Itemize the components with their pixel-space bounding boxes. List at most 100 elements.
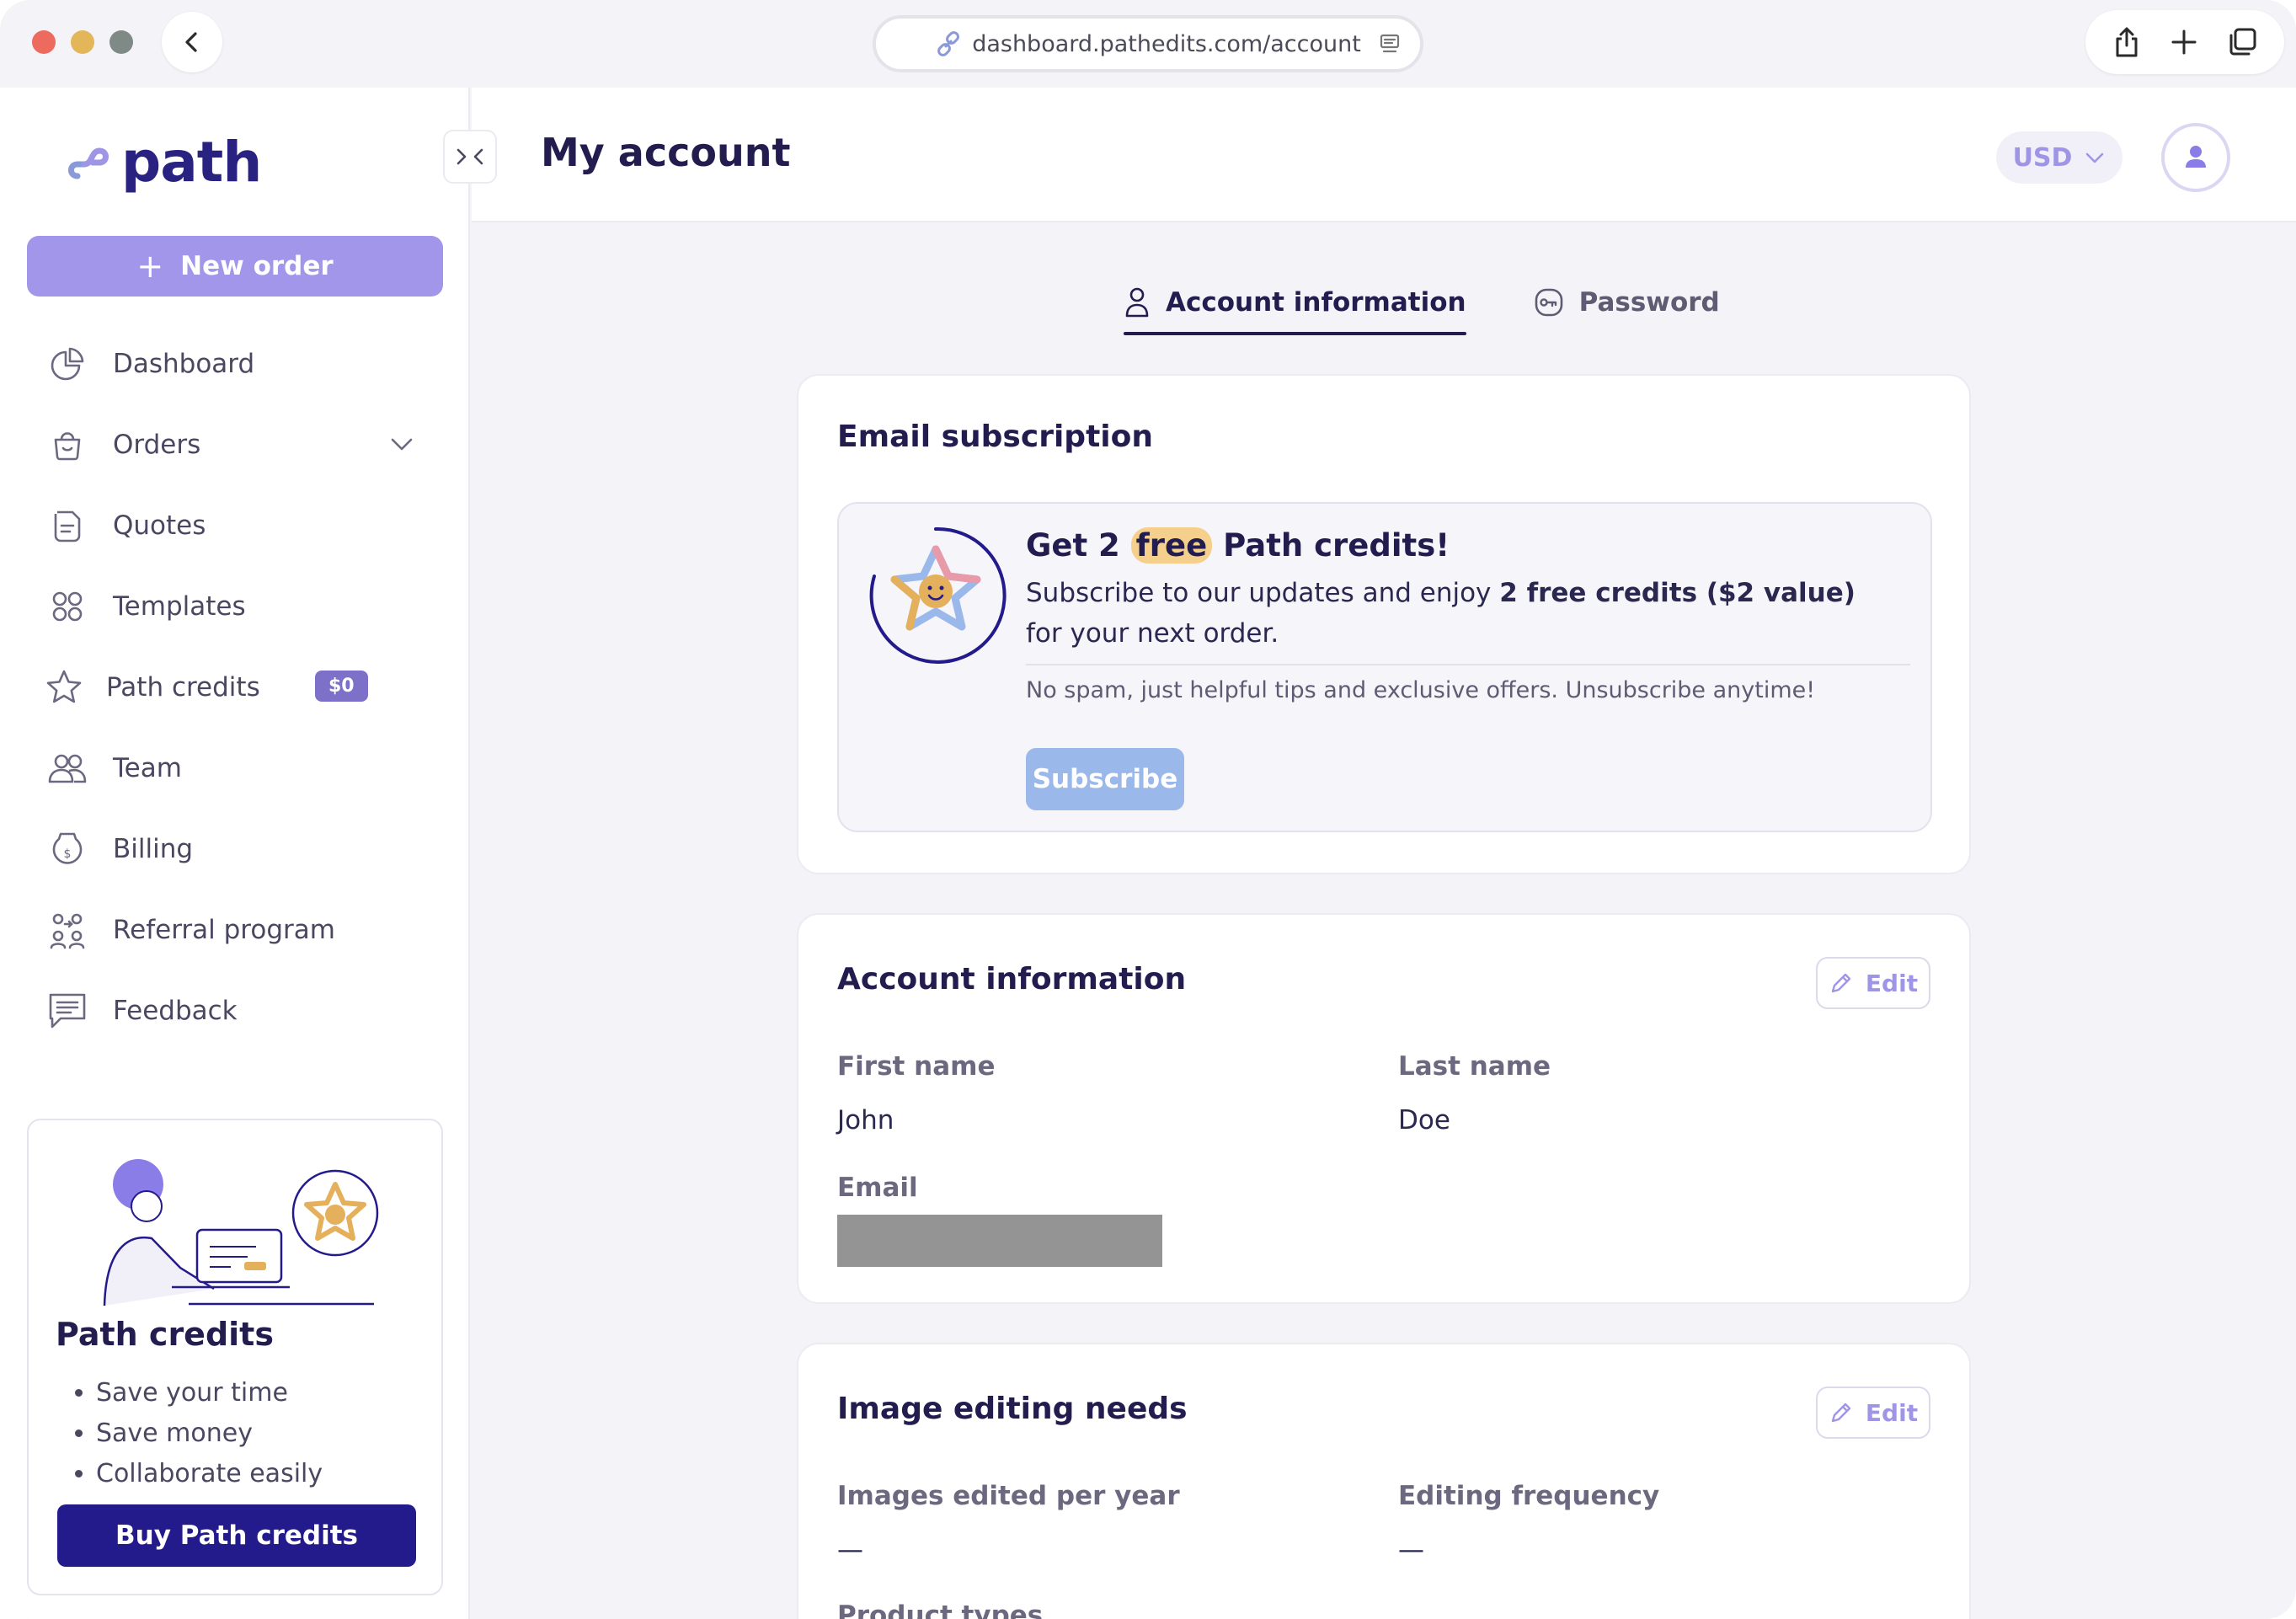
svg-text:$: $: [64, 847, 72, 861]
billing-icon: $: [47, 829, 88, 869]
address-bar[interactable]: dashboard.pathedits.com/account: [873, 15, 1423, 72]
edit-account-button[interactable]: Edit: [1816, 957, 1930, 1009]
plus-icon: +: [136, 248, 164, 285]
email-label: Email: [837, 1173, 918, 1203]
path-logo[interactable]: path: [66, 130, 262, 195]
sidebar-item-orders[interactable]: Orders: [0, 404, 470, 485]
collapse-icon: [457, 148, 483, 165]
browser-window: dashboard.pathedits.com/account path + N…: [0, 0, 2296, 1619]
offer-title-post: Path credits!: [1223, 527, 1450, 564]
offer-title: Get 2 free Path credits!: [1026, 527, 1450, 564]
first-name-value: John: [837, 1105, 894, 1135]
account-information-card: Account information Edit First name John…: [797, 913, 1971, 1304]
tab-label: Password: [1578, 287, 1720, 318]
new-order-label: New order: [180, 251, 334, 281]
basket-icon: [47, 425, 88, 465]
link-icon: [937, 31, 960, 56]
sidebar-item-dashboard[interactable]: Dashboard: [0, 323, 470, 404]
account-tabs: Account information Password: [1124, 271, 1720, 335]
logo-mark-icon: [68, 147, 109, 179]
chevron-down-icon: [2086, 152, 2104, 163]
sidebar-item-label: Team: [113, 753, 182, 783]
zoom-window-button[interactable]: [109, 30, 133, 54]
close-window-button[interactable]: [32, 30, 56, 54]
document-icon: [47, 505, 88, 546]
promo-benefit: Save money: [96, 1413, 323, 1454]
user-avatar-button[interactable]: [2161, 123, 2230, 192]
pencil-icon: [1831, 973, 1851, 993]
editing-frequency-value: —: [1398, 1535, 1424, 1565]
offer-description: Subscribe to our updates and enjoy 2 fre…: [1026, 573, 1893, 654]
sidebar-item-templates[interactable]: Templates: [0, 566, 470, 647]
team-icon: [47, 748, 88, 788]
first-name-label: First name: [837, 1051, 996, 1082]
sidebar-item-label: Referral program: [113, 915, 335, 945]
offer-text-pre: Subscribe to our updates and enjoy: [1026, 578, 1492, 608]
edit-label: Edit: [1865, 969, 1919, 997]
reader-mode-icon[interactable]: [1378, 32, 1402, 56]
back-button[interactable]: [162, 12, 222, 72]
images-per-year-label: Images edited per year: [837, 1481, 1180, 1511]
new-tab-icon[interactable]: [2170, 28, 2198, 56]
offer-title-pre: Get 2: [1026, 527, 1120, 564]
page-title: My account: [541, 130, 791, 175]
chevron-left-icon: [185, 32, 197, 52]
page-header: My account USD: [472, 88, 2296, 222]
sidebar: path + New order Dashboard Orders Quotes: [0, 88, 470, 1619]
tabs-overview-icon[interactable]: [2226, 26, 2258, 58]
email-value-redacted: [837, 1215, 1162, 1267]
tab-account-information[interactable]: Account information: [1124, 271, 1466, 335]
collapse-sidebar-button[interactable]: [443, 130, 497, 184]
sidebar-item-team[interactable]: Team: [0, 728, 470, 809]
sidebar-nav: Dashboard Orders Quotes Templates Path c…: [0, 323, 470, 1051]
promo-benefit: Collaborate easily: [96, 1454, 323, 1494]
buy-path-credits-button[interactable]: Buy Path credits: [57, 1504, 416, 1567]
sidebar-item-referral[interactable]: Referral program: [0, 890, 470, 970]
sidebar-item-feedback[interactable]: Feedback: [0, 970, 470, 1051]
product-types-label: Product types: [837, 1600, 1044, 1619]
last-name-value: Doe: [1398, 1105, 1450, 1135]
sidebar-item-path-credits[interactable]: Path credits $0: [0, 647, 470, 728]
pie-chart-icon: [47, 344, 88, 384]
edit-label: Edit: [1865, 1398, 1919, 1427]
sidebar-item-label: Templates: [113, 591, 246, 622]
subscribe-button[interactable]: Subscribe: [1026, 748, 1184, 810]
share-icon[interactable]: [2112, 25, 2142, 59]
promo-benefit: Save your time: [96, 1373, 323, 1413]
sidebar-item-label: Path credits: [106, 672, 260, 703]
card-title: Account information: [837, 962, 1187, 997]
tab-password[interactable]: Password: [1534, 271, 1720, 334]
sidebar-item-label: Feedback: [113, 996, 238, 1026]
smiling-star-badge-icon: [869, 526, 1007, 664]
currency-selector[interactable]: USD: [1996, 131, 2122, 184]
key-icon: [1535, 288, 1562, 317]
new-order-button[interactable]: + New order: [27, 236, 443, 297]
promo-benefits-list: Save your time Save money Collaborate ea…: [96, 1373, 323, 1494]
sidebar-item-label: Dashboard: [113, 349, 255, 379]
star-icon: [44, 667, 84, 708]
pencil-icon: [1831, 1403, 1851, 1423]
browser-toolbar: dashboard.pathedits.com/account: [0, 0, 2296, 88]
sidebar-item-label: Quotes: [113, 510, 206, 541]
chevron-down-icon[interactable]: [389, 431, 414, 457]
images-per-year-value: —: [837, 1535, 863, 1565]
subscription-offer-box: Get 2 free Path credits! Subscribe to ou…: [837, 502, 1932, 832]
offer-note: No spam, just helpful tips and exclusive…: [1026, 677, 1816, 703]
email-subscription-card: Email subscription Get 2 free Path credi…: [797, 374, 1971, 874]
person-with-laptop-illustration: [103, 1159, 379, 1306]
minimize-window-button[interactable]: [71, 30, 94, 54]
tab-label: Account information: [1166, 287, 1466, 318]
last-name-label: Last name: [1398, 1051, 1551, 1082]
editing-frequency-label: Editing frequency: [1398, 1481, 1660, 1511]
sidebar-item-billing[interactable]: $ Billing: [0, 809, 470, 890]
feedback-icon: [47, 991, 88, 1031]
sidebar-item-quotes[interactable]: Quotes: [0, 485, 470, 566]
card-title: Email subscription: [837, 419, 1153, 454]
edit-image-needs-button[interactable]: Edit: [1816, 1387, 1930, 1439]
user-outline-icon: [1125, 287, 1149, 318]
sidebar-item-label: Orders: [113, 430, 201, 460]
offer-text-post: for your next order.: [1026, 618, 1279, 649]
grid-icon: [47, 586, 88, 627]
offer-title-highlight: free: [1130, 527, 1213, 564]
image-editing-needs-card: Image editing needs Edit Images edited p…: [797, 1343, 1971, 1619]
